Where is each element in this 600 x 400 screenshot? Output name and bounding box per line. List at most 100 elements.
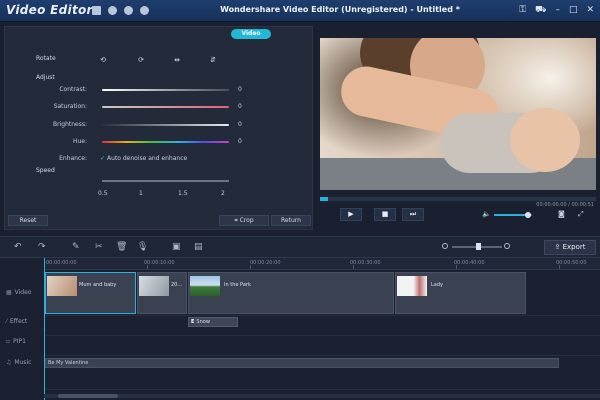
fullscreen-icon[interactable]: ⤢ <box>578 210 584 219</box>
hue-slider[interactable] <box>102 141 229 143</box>
return-button[interactable]: Return <box>271 215 311 226</box>
rotate-label: Rotate <box>36 55 56 62</box>
minimize-icon[interactable]: – <box>555 5 560 15</box>
voiceover-icon[interactable]: 🎙 <box>137 242 148 252</box>
rotate-right-icon[interactable]: ⟳ <box>136 56 146 64</box>
track-label: Video <box>14 289 32 296</box>
redo-icon[interactable]: ↷ <box>38 242 46 252</box>
ruler-tick <box>353 265 354 269</box>
time-ruler[interactable]: 00:00:00:00 00:00:10:00 00:00:20:00 00:0… <box>44 258 600 270</box>
video-clip[interactable]: Lady <box>395 272 526 314</box>
ruler-tick <box>147 265 148 269</box>
film-icon: ▦ <box>6 289 12 296</box>
ruler-label: 00:00:30:00 <box>350 260 381 266</box>
ruler-tick <box>456 265 457 269</box>
speed-tick: 0.5 <box>98 190 108 197</box>
window-controls: ⚿ ⛟ – □ ✕ <box>519 5 594 15</box>
speed-tick: 2 <box>221 190 225 197</box>
speed-tick: 1.5 <box>178 190 188 197</box>
enhance-label: Enhance: <box>59 155 87 162</box>
cut-icon[interactable]: ✂ <box>95 242 103 252</box>
ruler-tick <box>559 265 560 269</box>
flip-horizontal-icon[interactable]: ⇹ <box>172 56 182 64</box>
ruler-label: 00:00:40:00 <box>454 260 485 266</box>
scrollbar-thumb[interactable] <box>58 394 118 398</box>
zoom-knob[interactable] <box>476 243 481 250</box>
track-label: Effect <box>10 318 28 325</box>
screen-record-icon[interactable]: ▣ <box>172 242 181 252</box>
speed-tick: 1 <box>139 190 143 197</box>
brightness-slider[interactable] <box>102 124 229 126</box>
progress-fill <box>320 197 329 201</box>
maximize-icon[interactable]: □ <box>569 5 578 15</box>
title-bar: Video Editor Wondershare Video Editor (U… <box>0 0 600 22</box>
checkmark-icon: ✓ <box>100 155 106 162</box>
brightness-label: Brightness: <box>53 121 87 128</box>
track-header-pip: ▫ PIP1 <box>0 338 44 345</box>
zoom-in-icon[interactable] <box>504 243 510 249</box>
contrast-slider[interactable] <box>102 89 229 91</box>
track-label: Music <box>14 359 32 366</box>
clip-thumbnail <box>47 276 77 296</box>
preview-figure <box>510 108 580 172</box>
playhead[interactable] <box>44 258 45 400</box>
saturation-slider[interactable] <box>102 106 229 108</box>
hue-value: 0 <box>238 138 242 145</box>
undo-icon[interactable]: ↶ <box>14 242 22 252</box>
timeline-scrollbar[interactable] <box>44 394 600 398</box>
progress-track <box>320 197 596 201</box>
enhance-checkbox[interactable]: ✓ Auto denoise and enhance <box>100 155 187 162</box>
video-clip[interactable]: In the Park <box>188 272 394 314</box>
timeline-toolbar: ↶ ↷ ✎ ✂ 🗑 🎙 ▣ ▤ ⇪ Export <box>0 236 600 258</box>
volume-knob[interactable] <box>525 212 532 218</box>
cart-icon[interactable]: ⛟ <box>535 5 546 15</box>
video-clip[interactable]: 20... <box>137 272 187 314</box>
effect-clip-name: Snow <box>196 319 210 325</box>
close-icon[interactable]: ✕ <box>586 5 594 15</box>
key-icon[interactable]: ⚿ <box>519 5 526 15</box>
enhance-option-label: Auto denoise and enhance <box>107 155 188 162</box>
effect-clip[interactable]: E Snow <box>188 317 238 327</box>
clip-thumbnail <box>397 276 427 296</box>
tab-video[interactable]: Video <box>231 29 271 39</box>
effect-track <box>44 316 600 336</box>
flip-vertical-icon[interactable]: ⇵ <box>208 56 218 64</box>
export-icon: ⇪ <box>554 243 563 251</box>
delete-icon[interactable]: 🗑 <box>116 242 127 252</box>
stop-button[interactable]: ■ <box>374 208 396 221</box>
track-header-effect: ⁄ Effect <box>0 318 44 325</box>
snapshot-icon[interactable]: ◙ <box>558 210 565 218</box>
saturation-value: 0 <box>238 103 242 110</box>
music-clip[interactable]: Be My Valentine <box>45 358 559 368</box>
video-preview[interactable] <box>320 38 596 190</box>
pip-icon: ▫ <box>6 338 11 345</box>
export-button[interactable]: ⇪ Export <box>544 240 596 255</box>
volume-icon[interactable]: 🔈 <box>482 210 491 218</box>
saturation-label: Saturation: <box>53 103 87 110</box>
ruler-label: 00:00:50:00 <box>556 260 587 266</box>
ruler-tick <box>250 265 251 269</box>
zoom-out-icon[interactable] <box>442 243 448 249</box>
speed-slider[interactable] <box>102 180 229 182</box>
video-clip[interactable]: Mum and baby <box>45 272 136 314</box>
export-button-label: Export <box>562 243 586 251</box>
contrast-value: 0 <box>238 86 242 93</box>
edit-panel: Video Rotate ⟲ ⟳ ⇹ ⇵ Adjust Contrast: 0 … <box>4 26 313 230</box>
speed-label: Speed <box>36 167 55 174</box>
edit-icon[interactable]: ✎ <box>72 242 80 252</box>
crop-button[interactable]: ⌗ Crop <box>219 215 269 226</box>
crop-button-label: Crop <box>239 217 254 224</box>
play-button[interactable]: ▶ <box>340 208 362 221</box>
clip-name: In the Park <box>224 282 251 288</box>
wand-icon: ⁄ <box>6 318 8 325</box>
rotate-left-icon[interactable]: ⟲ <box>98 56 108 64</box>
next-frame-button[interactable]: ⏭ <box>402 208 424 221</box>
ruler-label: 00:00:00:00 <box>46 260 77 266</box>
contrast-label: Contrast: <box>59 86 87 93</box>
scene-detect-icon[interactable]: ▤ <box>194 242 203 252</box>
playback-controls: ▶ ■ ⏭ 🔈 ◙ ⤢ <box>320 206 596 224</box>
track-header-video: ▦ Video <box>0 289 44 296</box>
music-note-icon: ♫ <box>6 359 12 366</box>
brightness-value: 0 <box>238 121 242 128</box>
reset-button[interactable]: Reset <box>8 215 48 226</box>
